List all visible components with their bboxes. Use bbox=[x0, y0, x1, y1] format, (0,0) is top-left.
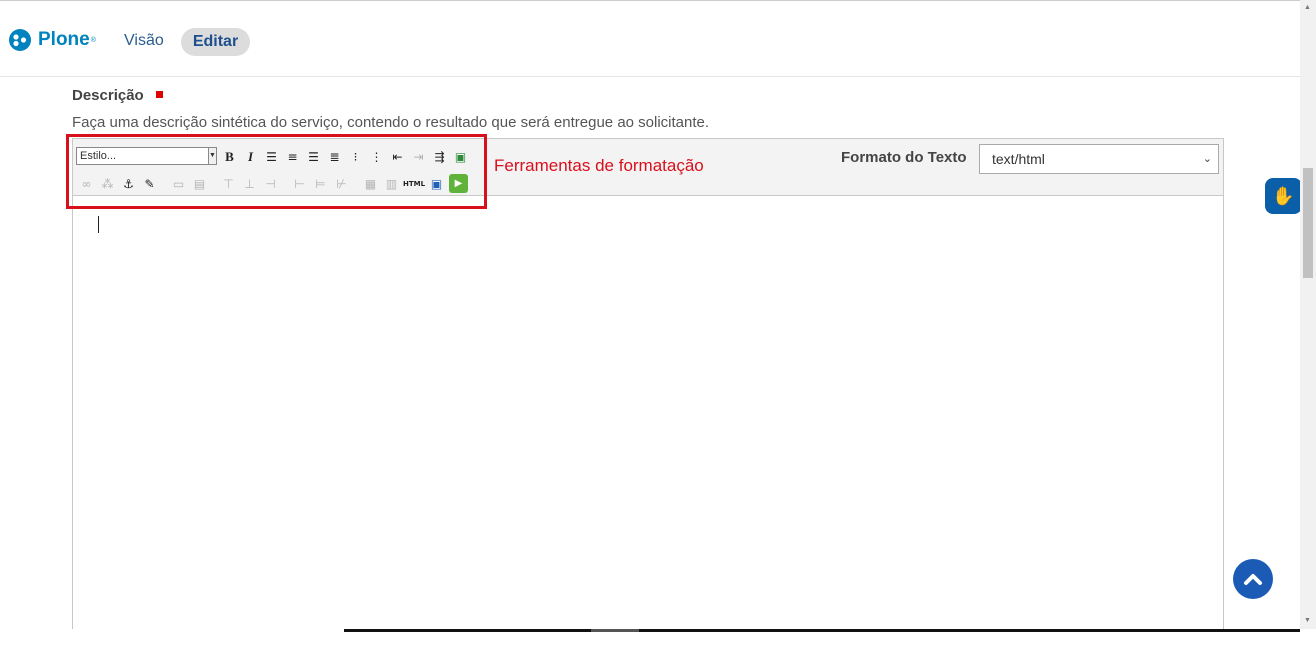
toolbar-highlight-box bbox=[66, 134, 487, 209]
bottom-strip bbox=[0, 629, 1316, 660]
required-marker bbox=[156, 91, 163, 98]
horizontal-scrollbar-thumb[interactable] bbox=[591, 629, 639, 632]
text-caret bbox=[98, 216, 99, 233]
rich-text-editor bbox=[72, 138, 1224, 633]
text-format-select[interactable]: text/html ⌄ bbox=[979, 144, 1219, 174]
text-format-label: Formato do Texto bbox=[841, 149, 967, 166]
scrollbar-thumb[interactable] bbox=[1303, 168, 1313, 278]
text-format-value: text/html bbox=[992, 151, 1045, 167]
editor-text-area[interactable] bbox=[73, 196, 1223, 632]
page-scrollbar[interactable]: ▲ ▼ bbox=[1300, 0, 1316, 632]
scroll-down-icon[interactable]: ▼ bbox=[1304, 617, 1311, 624]
sign-language-hand-icon[interactable]: ✋ bbox=[1265, 178, 1302, 214]
back-to-top-button[interactable] bbox=[1233, 559, 1273, 599]
top-bar: Plone ® Visão Editar bbox=[0, 0, 1300, 77]
edit-tab[interactable]: Editar bbox=[181, 28, 250, 56]
chevron-up-icon bbox=[1244, 574, 1262, 585]
horizontal-scrollbar[interactable] bbox=[344, 629, 1300, 632]
view-tab[interactable]: Visão bbox=[124, 32, 164, 50]
plone-logo-icon bbox=[9, 29, 31, 51]
toolbar-annotation-label: Ferramentas de formatação bbox=[494, 156, 704, 175]
logo-text: Plone bbox=[38, 29, 90, 50]
plone-logo[interactable]: Plone ® bbox=[8, 28, 96, 52]
description-field-help: Faça uma descrição sintética do serviço,… bbox=[72, 114, 710, 131]
description-field-label: Descrição bbox=[72, 87, 144, 104]
scroll-up-icon[interactable]: ▲ bbox=[1304, 4, 1311, 11]
logo-registered-mark: ® bbox=[90, 36, 96, 44]
chevron-down-icon: ⌄ bbox=[1202, 153, 1212, 165]
